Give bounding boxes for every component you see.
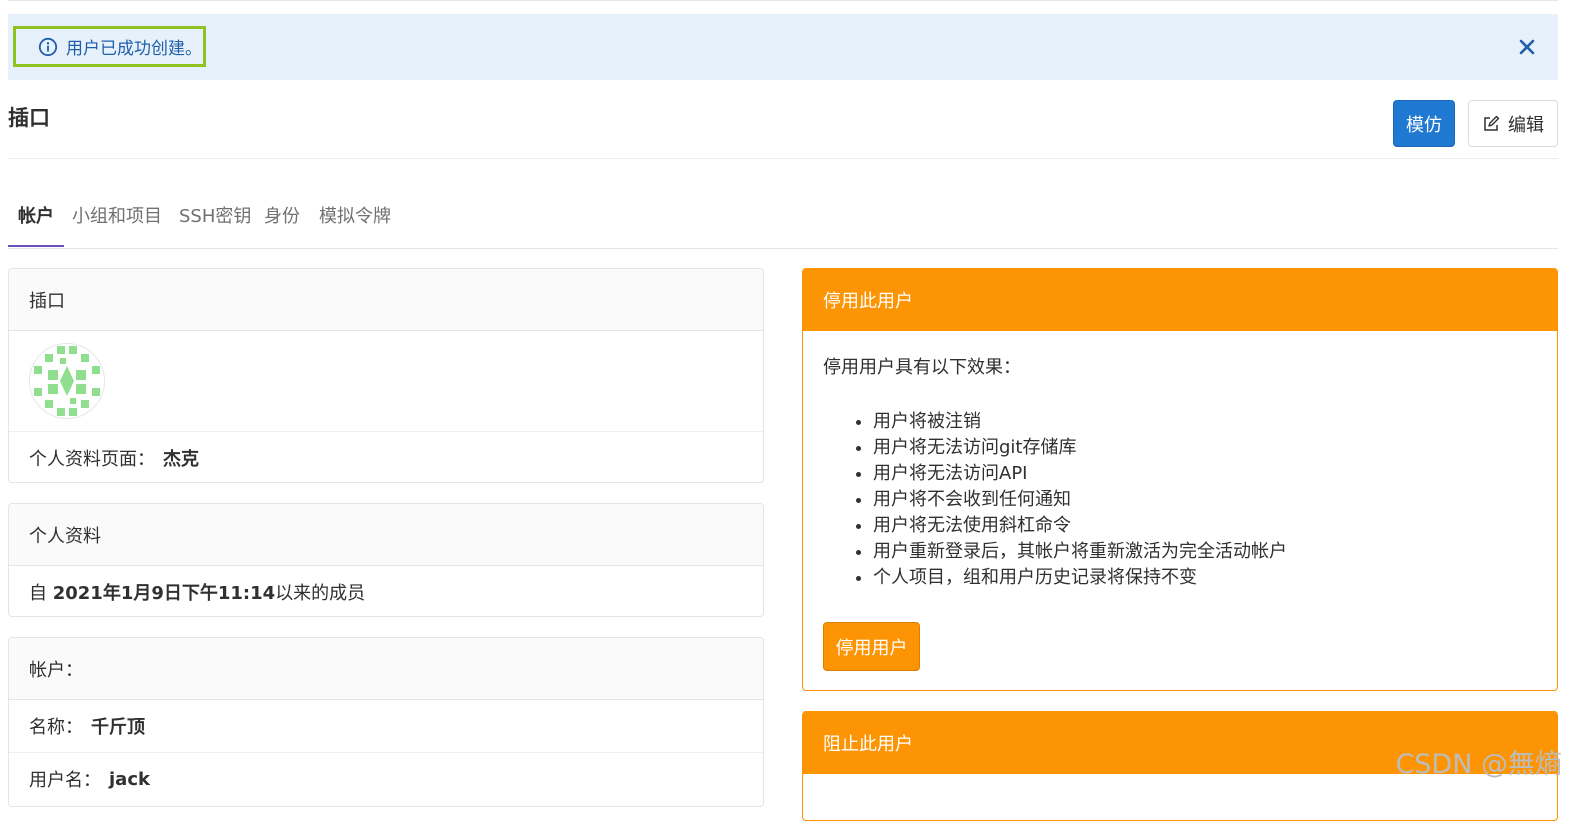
flash-message-box: 用户已成功创建。 [13, 26, 206, 67]
list-item: 用户重新登录后，其帐户将重新激活为完全活动帐户 [873, 539, 1537, 565]
tab-account[interactable]: 帐户 [8, 196, 64, 247]
tab-impersonation-tokens[interactable]: 模拟令牌 [319, 196, 391, 247]
flash-text: 用户已成功创建。 [66, 39, 202, 59]
member-since-prefix: 自 [29, 583, 53, 604]
profile-page-link[interactable]: 杰克 [163, 445, 199, 471]
info-icon [38, 37, 58, 56]
tab-groups-projects[interactable]: 小组和项目 [72, 196, 162, 247]
list-item: 用户将无法使用斜杠命令 [873, 513, 1537, 539]
profile-page-row: 个人资料页面： 杰克 [9, 432, 763, 482]
top-border [8, 0, 1558, 1]
deactivate-card: 停用此用户 停用用户具有以下效果： 用户将被注销 用户将无法访问git存储库 用… [802, 268, 1558, 691]
profile-card: 插口 个人资料页面： 杰克 [8, 268, 764, 483]
username-label: 用户名： [29, 770, 101, 791]
member-since-row: 自 2021年1月9日下午11:14 以来的成员 [9, 566, 763, 616]
edit-button-label: 编辑 [1508, 114, 1544, 136]
tab-ssh-keys[interactable]: SSH密钥 [179, 196, 251, 247]
user-tabs: 帐户 小组和项目 SSH密钥 身份 模拟令牌 [8, 196, 1558, 249]
profile-page-label: 个人资料页面： [29, 449, 155, 470]
deactivate-intro: 停用用户具有以下效果： [823, 357, 1021, 378]
edit-icon [1484, 115, 1500, 131]
username-row: 用户名： jack [9, 753, 763, 805]
personal-card-title: 个人资料 [9, 504, 763, 566]
edit-button[interactable]: 编辑 [1468, 100, 1558, 147]
impersonate-button[interactable]: 模仿 [1393, 100, 1455, 147]
page-title: 插口 [8, 106, 50, 130]
name-label: 名称： [29, 717, 83, 738]
header-divider [8, 158, 1558, 159]
member-since-date: 2021年1月9日下午11:14 [52, 583, 276, 604]
deactivate-user-button[interactable]: 停用用户 [823, 622, 920, 671]
avatar [29, 343, 105, 419]
tab-identities[interactable]: 身份 [264, 196, 300, 247]
deactivate-card-body: 停用用户具有以下效果： 用户将被注销 用户将无法访问git存储库 用户将无法访问… [803, 331, 1557, 613]
impersonate-button-label: 模仿 [1406, 114, 1442, 136]
watermark: CSDN @無熵 [1395, 749, 1562, 780]
name-row: 名称： 千斤顶 [9, 700, 763, 753]
deactivate-user-button-label: 停用用户 [835, 637, 908, 659]
deactivate-effects-list: 用户将被注销 用户将无法访问git存储库 用户将无法访问API 用户将不会收到任… [823, 409, 1537, 591]
list-item: 用户将无法访问API [873, 461, 1537, 487]
member-since-suffix: 以来的成员 [275, 583, 366, 604]
list-item: 用户将无法访问git存储库 [873, 435, 1537, 461]
personal-card: 个人资料 自 2021年1月9日下午11:14 以来的成员 [8, 503, 764, 617]
account-card-title: 帐户： [9, 638, 763, 700]
username-value: jack [109, 768, 150, 790]
profile-card-title: 插口 [9, 269, 763, 331]
list-item: 用户将不会收到任何通知 [873, 487, 1537, 513]
list-item: 用户将被注销 [873, 409, 1537, 435]
flash-alert: 用户已成功创建。 [8, 14, 1558, 80]
list-item: 个人项目，组和用户历史记录将保持不变 [873, 565, 1537, 591]
deactivate-card-title: 停用此用户 [803, 269, 1557, 331]
avatar-row [9, 331, 763, 432]
identicon-icon [30, 344, 104, 418]
name-value: 千斤顶 [91, 717, 145, 738]
account-card: 帐户： 名称： 千斤顶 用户名： jack [8, 637, 764, 807]
close-icon[interactable] [1516, 36, 1538, 58]
